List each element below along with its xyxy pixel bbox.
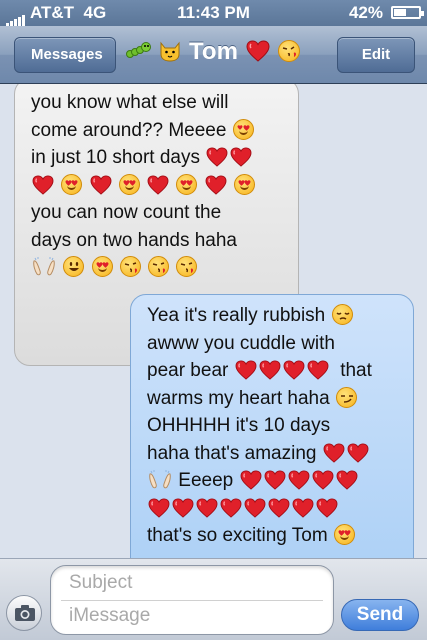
heart-icon	[172, 498, 194, 518]
message-line: that's so exciting Tom	[147, 522, 399, 550]
heart-icon	[316, 498, 338, 518]
heart-icon	[90, 175, 112, 195]
emoji-line	[31, 254, 284, 282]
message-line: Eeeep	[147, 467, 399, 495]
battery-percent: 42%	[348, 3, 383, 22]
heart-icon	[240, 470, 262, 490]
conversation-title: Tom	[120, 38, 307, 66]
subject-input[interactable]: Subject	[69, 572, 132, 594]
kissing-face-icon	[119, 256, 141, 277]
heart-icon	[292, 498, 314, 518]
message-compose-field: Subject iMessage	[50, 565, 334, 635]
heart-icon	[288, 470, 310, 490]
heart-icon	[283, 360, 305, 380]
camera-icon	[15, 605, 35, 621]
message-line: OHHHHH it's 10 days	[147, 415, 331, 436]
heart-icon	[336, 470, 358, 490]
heart-eyes-face-icon	[61, 173, 83, 195]
heart-icon	[244, 498, 266, 518]
heart-icon	[259, 360, 281, 380]
message-line: warms my heart haha	[147, 385, 399, 413]
message-line: days on two hands haha	[31, 229, 237, 251]
heart-icon	[147, 175, 169, 195]
open-hands-icon	[32, 257, 56, 277]
send-button[interactable]: Send	[341, 599, 419, 631]
heart-icon	[32, 175, 54, 195]
smirk-face-icon	[335, 386, 357, 408]
message-line: awww you cuddle with	[147, 332, 335, 354]
heart-icon	[264, 470, 286, 490]
smiley-face-icon	[63, 256, 85, 277]
heart-icon	[206, 147, 228, 167]
heart-icon	[235, 360, 257, 380]
heart-icon	[148, 498, 170, 518]
cat-face-icon	[160, 41, 180, 62]
heart-eyes-face-icon	[333, 524, 355, 545]
heart-eyes-face-icon	[232, 118, 254, 140]
pensive-face-icon	[331, 304, 353, 325]
heart-icon	[205, 175, 227, 195]
emoji-line	[147, 495, 399, 523]
edit-button[interactable]: Edit	[337, 37, 415, 73]
kissing-face-icon	[176, 256, 198, 277]
open-hands-icon	[148, 470, 172, 490]
heart-icon	[268, 498, 290, 518]
outgoing-message-bubble[interactable]: Yea it's really rubbish awww you cuddle …	[130, 294, 414, 558]
heart-icon	[323, 443, 345, 463]
field-divider	[61, 600, 323, 601]
imessage-input[interactable]: iMessage	[69, 605, 150, 627]
heart-eyes-face-icon	[176, 173, 198, 195]
heart-icon	[347, 443, 369, 463]
kissing-face-icon	[148, 256, 170, 277]
heart-icon	[196, 498, 218, 518]
battery-icon	[391, 6, 424, 19]
emoji-line	[31, 172, 284, 200]
heart-eyes-face-icon	[91, 256, 113, 277]
caterpillar-icon	[125, 42, 151, 58]
conversation-view[interactable]: you know what else will come around?? Me…	[0, 84, 427, 558]
camera-button[interactable]	[6, 595, 42, 631]
status-bar: AT&T 4G 11:43 PM 42%	[0, 0, 427, 28]
contact-name: Tom	[189, 38, 238, 65]
message-line: haha that's amazing	[147, 440, 399, 468]
heart-eyes-face-icon	[233, 173, 255, 195]
heart-icon	[307, 360, 329, 380]
message-line: Yea it's really rubbish	[147, 302, 399, 330]
heart-icon	[220, 498, 242, 518]
message-line: you know what else will	[31, 92, 229, 113]
back-button[interactable]: Messages	[14, 37, 116, 73]
message-line: come around?? Meeee	[31, 117, 284, 145]
navigation-bar: Messages Tom Edit	[0, 26, 427, 84]
kissing-face-icon	[278, 40, 301, 62]
message-line: pear bear that	[147, 360, 372, 381]
message-line: you can now count the	[31, 202, 222, 223]
message-line: in just 10 short days	[31, 144, 284, 172]
heart-icon	[312, 470, 334, 490]
compose-bar: Subject iMessage Send	[0, 558, 427, 640]
heart-icon	[245, 40, 271, 62]
heart-eyes-face-icon	[118, 173, 140, 195]
heart-icon	[230, 147, 252, 167]
